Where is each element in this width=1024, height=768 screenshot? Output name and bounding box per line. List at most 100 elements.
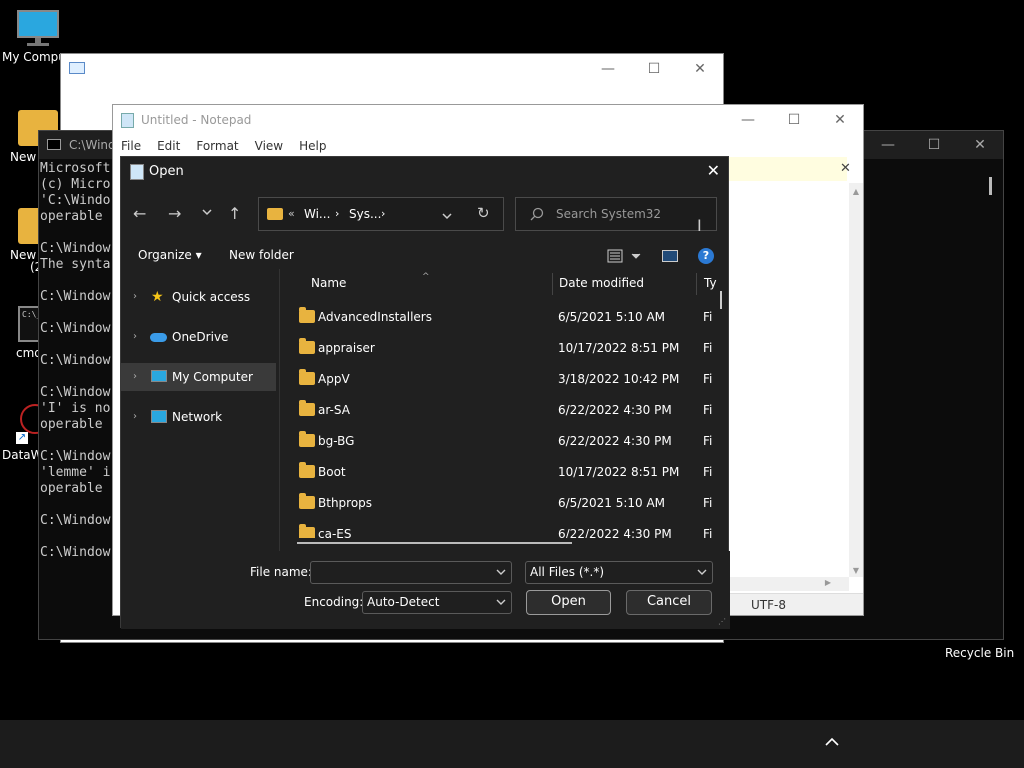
- file-name-input[interactable]: [310, 561, 512, 584]
- chevron-down-icon[interactable]: [696, 562, 708, 588]
- open-button[interactable]: Open: [526, 590, 611, 615]
- maximize-icon[interactable]: ☐: [631, 54, 677, 84]
- refresh-icon[interactable]: ↻: [477, 204, 490, 222]
- file-date: 3/18/2022 10:42 PM: [558, 372, 680, 386]
- new-folder-button[interactable]: New folder: [229, 248, 294, 262]
- overflow-chevron-icon: «: [288, 207, 295, 220]
- minimize-icon[interactable]: —: [585, 54, 631, 84]
- menu-file[interactable]: File: [121, 135, 141, 157]
- file-type: Fi: [703, 310, 713, 324]
- file-type: Fi: [703, 527, 713, 538]
- breadcrumb-item[interactable]: Sys...: [349, 207, 381, 221]
- file-name: bg-BG: [318, 434, 355, 448]
- forward-arrow-icon[interactable]: →: [168, 204, 181, 223]
- file-type: Fi: [703, 341, 713, 355]
- file-date: 10/17/2022 8:51 PM: [558, 341, 680, 355]
- file-type-value: All Files (*.*): [530, 565, 605, 579]
- file-name: Boot: [318, 465, 346, 479]
- list-item[interactable]: AdvancedInstallers 6/5/2021 5:10 AM Fi: [296, 302, 721, 332]
- menu-edit[interactable]: Edit: [157, 135, 180, 157]
- up-arrow-icon[interactable]: ↑: [228, 204, 241, 223]
- list-item[interactable]: bg-BG 6/22/2022 4:30 PM Fi: [296, 426, 721, 456]
- scrollbar[interactable]: [983, 161, 1003, 639]
- file-date: 10/17/2022 8:51 PM: [558, 465, 680, 479]
- text-cursor-icon: I: [697, 216, 702, 235]
- file-type-select[interactable]: All Files (*.*): [525, 561, 713, 584]
- menu-help[interactable]: Help: [299, 135, 326, 157]
- breadcrumb[interactable]: « Wi... › Sys... › ↻: [258, 197, 504, 231]
- chevron-up-icon[interactable]: [824, 734, 840, 750]
- recent-chevron-icon[interactable]: [201, 207, 213, 220]
- search-placeholder: Search System32: [556, 207, 662, 221]
- file-type: Fi: [703, 496, 713, 510]
- notepad-icon: [130, 164, 144, 180]
- minimize-icon[interactable]: —: [725, 105, 771, 135]
- dialog-title: Open: [149, 164, 184, 179]
- file-date: 6/5/2021 5:10 AM: [558, 310, 666, 324]
- file-date: 6/22/2022 4:30 PM: [558, 527, 672, 538]
- recycle-bin-label[interactable]: Recycle Bin: [945, 646, 1014, 660]
- horizontal-scrollbar[interactable]: [297, 542, 572, 544]
- chevron-down-icon[interactable]: [495, 562, 507, 588]
- vertical-scrollbar[interactable]: ▲ ▼: [849, 183, 863, 577]
- notepad-icon: [121, 113, 134, 128]
- folder-icon: [299, 400, 315, 416]
- chevron-down-icon[interactable]: [441, 210, 453, 224]
- column-date[interactable]: Date modified: [559, 269, 644, 297]
- maximize-icon[interactable]: ☐: [771, 105, 817, 135]
- folder-icon: [299, 338, 315, 354]
- list-item[interactable]: appraiser 10/17/2022 8:51 PM Fi: [296, 333, 721, 363]
- column-header: ^ Name Date modified Ty: [280, 269, 728, 297]
- vertical-scrollbar[interactable]: [720, 291, 722, 309]
- view-list-icon[interactable]: [607, 249, 641, 266]
- column-type[interactable]: Ty: [704, 269, 717, 297]
- file-type: Fi: [703, 372, 713, 386]
- search-icon: [530, 207, 544, 224]
- menu-format[interactable]: Format: [196, 135, 238, 157]
- close-icon[interactable]: ✕: [840, 161, 851, 176]
- maximize-icon[interactable]: ☐: [911, 131, 957, 159]
- file-type: Fi: [703, 434, 713, 448]
- close-icon[interactable]: ✕: [677, 54, 723, 84]
- list-item[interactable]: Boot 10/17/2022 8:51 PM Fi: [296, 457, 721, 487]
- folder-icon: [299, 493, 315, 509]
- list-item[interactable]: AppV 3/18/2022 10:42 PM Fi: [296, 364, 721, 394]
- preview-pane-icon[interactable]: [662, 250, 678, 262]
- list-item[interactable]: ca-ES 6/22/2022 4:30 PM Fi: [296, 519, 721, 538]
- cancel-button[interactable]: Cancel: [626, 590, 712, 615]
- search-input[interactable]: Search System32: [515, 197, 717, 231]
- organize-button[interactable]: Organize ▾: [138, 248, 202, 262]
- file-name: AdvancedInstallers: [318, 310, 432, 324]
- help-icon[interactable]: ?: [698, 248, 714, 264]
- monitor-icon: [17, 8, 59, 46]
- minimize-icon[interactable]: —: [865, 131, 911, 159]
- file-name: ca-ES: [318, 527, 352, 538]
- menu-view[interactable]: View: [255, 135, 283, 157]
- encoding-label: Encoding:: [304, 595, 364, 609]
- close-icon[interactable]: ✕: [957, 131, 1003, 159]
- encoding-select[interactable]: Auto-Detect: [362, 591, 512, 614]
- file-name: AppV: [318, 372, 350, 386]
- folder-icon: [299, 307, 315, 323]
- file-date: 6/22/2022 4:30 PM: [558, 403, 672, 417]
- breadcrumb-item[interactable]: Wi...: [304, 207, 330, 221]
- list-item[interactable]: ar-SA 6/22/2022 4:30 PM Fi: [296, 395, 721, 425]
- chevron-right-icon: ›: [335, 207, 340, 220]
- menu-bar: File Edit Format View Help: [113, 135, 863, 157]
- resize-grip-icon[interactable]: ⋰: [718, 617, 726, 626]
- column-name[interactable]: Name: [311, 269, 346, 297]
- close-icon[interactable]: ✕: [817, 105, 863, 135]
- back-arrow-icon[interactable]: ←: [133, 204, 146, 223]
- file-list: AdvancedInstallers 6/5/2021 5:10 AM Fi appr…: [121, 302, 721, 538]
- file-name: appraiser: [318, 341, 375, 355]
- open-dialog[interactable]: Open ✕ ← → ↑ « Wi... › Sys... › ↻ Search…: [120, 156, 730, 629]
- close-icon[interactable]: ✕: [707, 161, 720, 180]
- file-date: 6/5/2021 5:10 AM: [558, 496, 666, 510]
- chevron-down-icon[interactable]: [495, 592, 507, 618]
- file-name: Bthprops: [318, 496, 373, 510]
- sort-up-icon: ^: [422, 272, 430, 282]
- terminal-icon: [47, 139, 61, 150]
- folder-icon: [299, 369, 315, 385]
- horizontal-scrollbar[interactable]: ▶: [729, 577, 849, 591]
- list-item[interactable]: Bthprops 6/5/2021 5:10 AM Fi: [296, 488, 721, 518]
